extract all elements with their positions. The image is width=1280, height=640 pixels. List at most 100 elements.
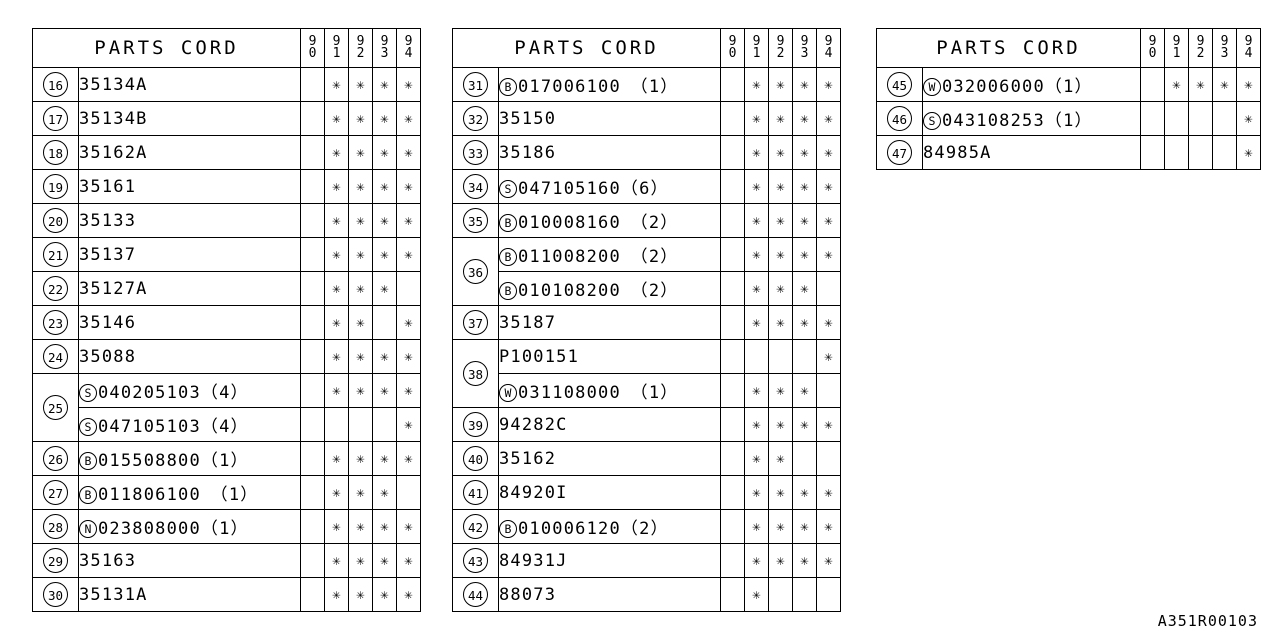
year-mark-cell-on [324, 67, 349, 102]
part-code-text: 35134A [79, 74, 148, 95]
year-mark-cell-on [792, 373, 817, 408]
year-column-header-91: 91 [1164, 28, 1189, 68]
part-code-text: 35137 [79, 244, 137, 265]
year-mark-cell-off [300, 577, 325, 612]
ref-number-cell: 20 [32, 203, 79, 238]
year-mark-cell-on [768, 271, 793, 306]
part-code-text: 35133 [79, 210, 137, 231]
part-code-text: 023808000（1） [98, 519, 249, 539]
year-column-header-93: 93 [792, 28, 817, 68]
part-prefix-badge: B [79, 452, 97, 470]
ref-number-badge: 20 [43, 208, 68, 233]
part-code-cell: 35134B [78, 101, 301, 136]
year-mark-cell-off [1140, 135, 1165, 170]
table-row: 44 88073 [452, 577, 841, 612]
year-mark-cell-on [372, 373, 397, 408]
ref-number-badge: 37 [463, 310, 488, 335]
year-mark-cell-on [792, 407, 817, 442]
year-mark-cell-on [324, 509, 349, 544]
part-code-cell: 35187 [498, 305, 721, 340]
ref-number-cell: 16 [32, 67, 79, 102]
year-column-header-92: 92 [768, 28, 793, 68]
year-mark-cell-on [324, 203, 349, 238]
ref-number-cell: 46 [876, 101, 923, 136]
year-mark-cell-off [300, 237, 325, 272]
year-mark-cell-on [744, 101, 769, 136]
year-mark-cell-off [300, 509, 325, 544]
part-code-text: 35150 [499, 108, 557, 129]
ref-number-cell: 36 [452, 237, 499, 306]
part-prefix-badge: S [499, 180, 517, 198]
year-mark-cell-on [768, 441, 793, 476]
year-mark-cell-off [396, 271, 421, 306]
year-mark-cell-off [1164, 135, 1189, 170]
table-row: 36 B 011008200 （2） [452, 237, 841, 306]
year-mark-cell-on [348, 271, 373, 306]
year-mark-cell-on [792, 543, 817, 578]
year-mark-cell-off [720, 169, 745, 204]
ref-number-badge: 19 [43, 174, 68, 199]
year-mark-cell-off [720, 101, 745, 136]
ref-number-cell: 38 [452, 339, 499, 408]
year-mark-cell-on [324, 271, 349, 306]
part-code-cell: 84931J [498, 543, 721, 578]
part-code-cell: 35137 [78, 237, 301, 272]
part-prefix-badge: B [499, 248, 517, 266]
part-code-cell: 35186 [498, 135, 721, 170]
year-mark-cell-on [372, 577, 397, 612]
year-mark-cell-on [324, 441, 349, 476]
year-mark-cell-off [1212, 135, 1237, 170]
year-digit-bottom: 4 [1244, 46, 1253, 61]
year-mark-cell-on [348, 203, 373, 238]
year-mark-cell-on [396, 203, 421, 238]
year-mark-cell-off [720, 305, 745, 340]
year-mark-cell-off [720, 67, 745, 102]
part-code-cell: 94282C [498, 407, 721, 442]
ref-number-badge: 41 [463, 480, 488, 505]
part-code-cell: B 015508800（1） [78, 441, 301, 476]
ref-number-badge: 35 [463, 208, 488, 233]
part-prefix-badge: N [79, 520, 97, 538]
year-mark-cell-off [720, 135, 745, 170]
year-mark-cell-off [720, 407, 745, 442]
part-code-text: 84931J [499, 550, 568, 571]
part-code-cell: 35161 [78, 169, 301, 204]
table-header-row: PARTS CORD 9 0 9 1 9 2 9 3 9 4 [452, 28, 841, 68]
year-mark-cell-on [744, 509, 769, 544]
year-mark-cell-on [396, 543, 421, 578]
ref-number-badge: 24 [43, 344, 68, 369]
year-digit-bottom: 3 [800, 46, 809, 61]
year-mark-cell-on [372, 67, 397, 102]
part-code-text: 35161 [79, 176, 137, 197]
table-row: 31 B 017006100 （1） [452, 67, 841, 102]
part-code-cell: S 043108253（1） [922, 101, 1141, 136]
year-mark-cell-off [816, 577, 841, 612]
year-mark-cell-off [300, 373, 325, 408]
table-row: 28 N 023808000（1） [32, 509, 421, 544]
part-code-cell: S 047105103（4） [78, 407, 301, 442]
part-code-text: 35186 [499, 142, 557, 163]
year-mark-cell-on [768, 203, 793, 238]
year-digit-bottom: 2 [1196, 46, 1205, 61]
year-mark-cell-on [396, 305, 421, 340]
year-mark-cell-off [1212, 101, 1237, 136]
year-mark-cell-on [348, 441, 373, 476]
year-mark-cell-on [396, 101, 421, 136]
year-mark-cell-on [324, 135, 349, 170]
year-mark-cell-on [792, 169, 817, 204]
year-mark-cell-on [744, 543, 769, 578]
year-mark-cell-on [768, 135, 793, 170]
year-mark-cell-on [372, 509, 397, 544]
part-code-text: 032006000（1） [942, 77, 1093, 97]
part-code-text: 94282C [499, 414, 568, 435]
table-row: 23 35146 [32, 305, 421, 340]
year-mark-cell-on [348, 577, 373, 612]
year-mark-cell-on [744, 441, 769, 476]
ref-number-badge: 23 [43, 310, 68, 335]
ref-number-badge: 29 [43, 548, 68, 573]
ref-number-badge: 31 [463, 72, 488, 97]
ref-number-badge: 32 [463, 106, 488, 131]
table-row: 20 35133 [32, 203, 421, 238]
ref-number-badge: 27 [43, 480, 68, 505]
ref-number-badge: 38 [463, 361, 488, 386]
